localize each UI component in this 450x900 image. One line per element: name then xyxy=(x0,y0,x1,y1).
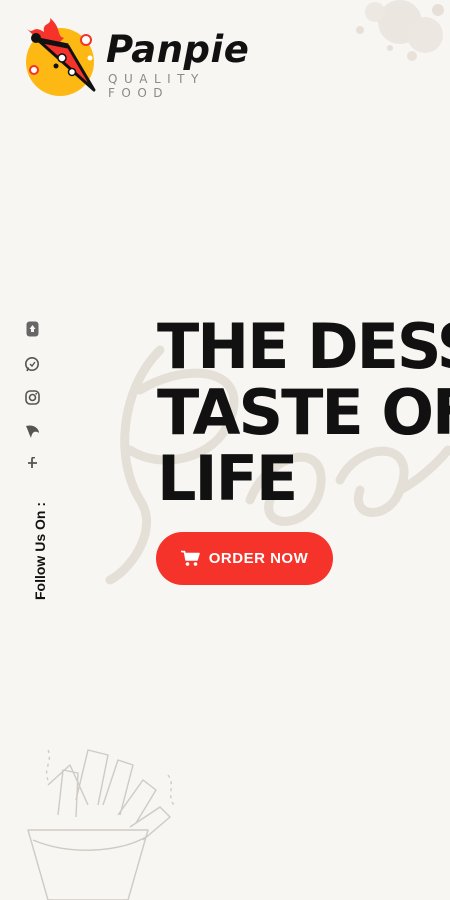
behance-icon[interactable] xyxy=(23,422,41,440)
cart-icon xyxy=(180,550,200,566)
follow-us-label: Follow Us On : xyxy=(32,502,48,600)
facebook-icon[interactable] xyxy=(23,454,41,472)
hero-title: THE DESS TASTE OF LIFE xyxy=(157,314,450,512)
order-now-button[interactable]: ORDER NOW xyxy=(156,532,333,585)
pizza-logo-icon xyxy=(26,18,96,96)
hero-title-line-3: LIFE xyxy=(157,442,298,512)
instagram-icon[interactable] xyxy=(23,388,41,406)
home-icon[interactable] xyxy=(23,320,41,338)
paint-splash-decoration xyxy=(356,0,444,61)
order-now-label: ORDER NOW xyxy=(208,550,309,567)
chat-icon[interactable] xyxy=(23,355,41,373)
hero-title-line-2: TASTE OF xyxy=(157,376,450,449)
brand-name: Panpie xyxy=(106,28,250,71)
brand-logo[interactable]: Panpie QUALITY FOOD xyxy=(20,18,260,100)
fries-illustration xyxy=(27,749,175,900)
hero-title-line-1: THE DESS xyxy=(157,314,450,383)
brand-tagline: QUALITY FOOD xyxy=(108,72,205,100)
